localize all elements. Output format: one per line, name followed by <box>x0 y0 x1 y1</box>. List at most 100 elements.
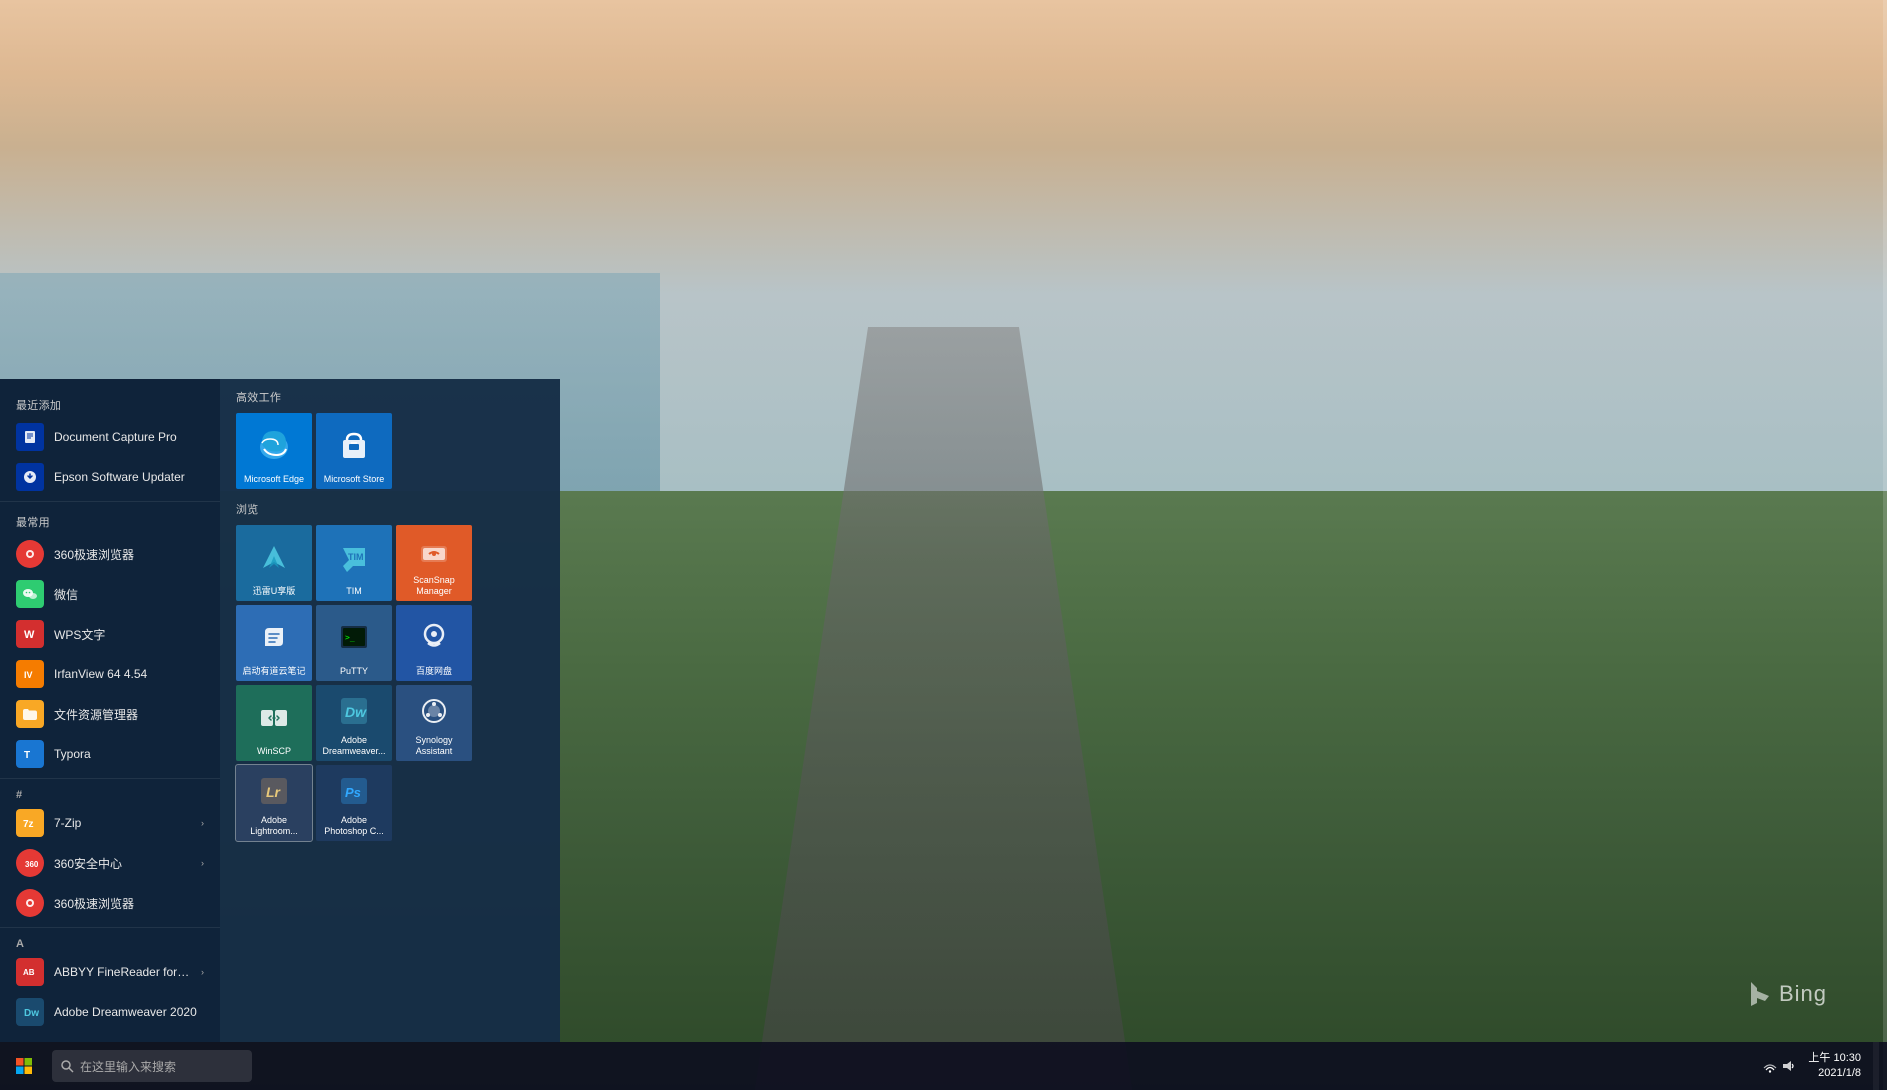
systray <box>1762 1058 1796 1074</box>
tile-label-tim: TIM <box>346 586 362 597</box>
tile-icon-baidu <box>400 611 468 662</box>
app-label-dreamweaver2020: Adobe Dreamweaver 2020 <box>54 1005 204 1019</box>
search-placeholder: 在这里输入来搜索 <box>80 1058 176 1075</box>
app-label-filemanager: 文件资源管理器 <box>54 706 204 723</box>
app-icon-wechat <box>16 580 44 608</box>
search-icon <box>60 1059 74 1073</box>
tile-icon-winscp <box>240 691 308 742</box>
app-label-360browser2: 360极速浏览器 <box>54 895 204 912</box>
app-label-wps: WPS文字 <box>54 626 204 643</box>
alpha-header-a: A <box>0 932 220 952</box>
tile-label-scansnap: ScanSnap Manager <box>400 575 468 597</box>
tile-label-photoshop: Adobe Photoshop C... <box>320 815 388 837</box>
svg-text:Lr: Lr <box>266 784 282 800</box>
tile-scansnap[interactable]: ScanSnap Manager <box>396 525 472 601</box>
tiles-work-grid: Microsoft Edge Microsoft Store <box>236 413 544 489</box>
tile-icon-edge <box>240 419 308 470</box>
app-item-wps[interactable]: W WPS文字 <box>0 614 220 654</box>
tile-putty[interactable]: >_ PuTTY <box>316 605 392 681</box>
tile-label-youdao: 启动有道云笔记 <box>242 666 305 677</box>
tile-dreamweaver[interactable]: Dw Adobe Dreamweaver... <box>316 685 392 761</box>
app-icon-typora: T <box>16 740 44 768</box>
taskbar-search[interactable]: 在这里输入来搜索 <box>52 1050 252 1082</box>
app-icon-filemanager <box>16 700 44 728</box>
windows-logo-icon <box>15 1057 33 1075</box>
app-label-abbyy: ABBYY FineReader for CasSn... <box>54 965 191 979</box>
app-icon-7zip: 7z <box>16 809 44 837</box>
app-icon-wps: W <box>16 620 44 648</box>
tile-icon-dreamweaver: Dw <box>320 691 388 731</box>
tile-baidu[interactable]: 百度网盘 <box>396 605 472 681</box>
tiles-header-work: 高效工作 <box>236 389 544 405</box>
svg-text:Ps: Ps <box>345 785 361 800</box>
tile-icon-tim: TIM <box>320 531 388 582</box>
app-icon-abbyy: AB <box>16 958 44 986</box>
app-icon-irfanview: IV <box>16 660 44 688</box>
app-label-typora: Typora <box>54 747 204 761</box>
svg-text:IV: IV <box>24 670 33 680</box>
svg-text:>_: >_ <box>345 633 355 642</box>
app-item-document-capture[interactable]: Document Capture Pro <box>0 417 220 457</box>
app-item-wechat[interactable]: 微信 <box>0 574 220 614</box>
tile-tim[interactable]: TIM TIM <box>316 525 392 601</box>
app-icon-epson-updater <box>16 463 44 491</box>
app-item-irfanview[interactable]: IV IrfanView 64 4.54 <box>0 654 220 694</box>
app-item-dreamweaver2020[interactable]: Dw Adobe Dreamweaver 2020 <box>0 992 220 1032</box>
tile-icon-scansnap <box>400 531 468 571</box>
tile-label-putty: PuTTY <box>340 666 368 677</box>
app-icon-360browser <box>16 540 44 568</box>
tiles-browse-grid: 迅雷U享版 TIM TIM <box>236 525 544 841</box>
svg-text:7z: 7z <box>23 819 34 830</box>
tile-winscp[interactable]: WinSCP <box>236 685 312 761</box>
app-item-epson-updater[interactable]: Epson Software Updater <box>0 457 220 497</box>
chevron-abbyy: › <box>201 967 204 977</box>
tile-icon-photoshop: Ps <box>320 771 388 811</box>
divider-3 <box>0 927 220 928</box>
tile-microsoft-store[interactable]: Microsoft Store <box>316 413 392 489</box>
svg-text:T: T <box>24 750 30 761</box>
tile-synology[interactable]: Synology Assistant <box>396 685 472 761</box>
tile-label-dreamweaver: Adobe Dreamweaver... <box>320 735 388 757</box>
volume-icon <box>1780 1058 1796 1074</box>
tile-label-synology: Synology Assistant <box>400 735 468 757</box>
app-label-360security: 360安全中心 <box>54 855 191 872</box>
network-icon <box>1762 1058 1778 1074</box>
app-item-360browser2[interactable]: 360极速浏览器 <box>0 883 220 923</box>
svg-text:TIM: TIM <box>348 552 364 562</box>
app-item-filemanager[interactable]: 文件资源管理器 <box>0 694 220 734</box>
app-item-7zip[interactable]: 7z 7-Zip › <box>0 803 220 843</box>
alpha-header-hash: # <box>0 783 220 803</box>
chevron-360security: › <box>201 858 204 868</box>
app-label-7zip: 7-Zip <box>54 816 191 830</box>
clock-date: 2021/1/8 <box>1808 1066 1861 1081</box>
tiles-header-browse: 浏览 <box>236 501 544 517</box>
app-item-360browser[interactable]: 360极速浏览器 <box>0 534 220 574</box>
tile-label-store: Microsoft Store <box>324 474 385 485</box>
bing-logo: Bing <box>1743 978 1827 1010</box>
app-label-irfanview: IrfanView 64 4.54 <box>54 667 204 681</box>
tile-lightroom[interactable]: Lr Adobe Lightroom... <box>236 765 312 841</box>
svg-text:AB: AB <box>23 968 35 977</box>
taskbar-clock: 上午 10:30 2021/1/8 <box>1800 1051 1869 1082</box>
scroll-strip <box>1883 0 1887 1090</box>
tile-youdao[interactable]: 启动有道云笔记 <box>236 605 312 681</box>
start-left-panel: 最近添加 Document Capture Pro Epson Software… <box>0 379 220 1042</box>
start-menu: 最近添加 Document Capture Pro Epson Software… <box>0 379 560 1042</box>
tile-microsoft-edge[interactable]: Microsoft Edge <box>236 413 312 489</box>
svg-text:W: W <box>24 629 35 641</box>
tile-icon-store <box>320 419 388 470</box>
bing-text: Bing <box>1779 981 1827 1007</box>
app-item-typora[interactable]: T Typora <box>0 734 220 774</box>
show-desktop[interactable] <box>1873 1042 1879 1090</box>
app-icon-dreamweaver2020: Dw <box>16 998 44 1026</box>
tile-label-baidu: 百度网盘 <box>416 666 452 677</box>
tile-xunjian[interactable]: 迅雷U享版 <box>236 525 312 601</box>
app-item-360security[interactable]: 360 360安全中心 › <box>0 843 220 883</box>
app-item-abbyy[interactable]: AB ABBYY FineReader for CasSn... › <box>0 952 220 992</box>
start-button[interactable] <box>0 1042 48 1090</box>
clock-time: 上午 10:30 <box>1808 1051 1861 1066</box>
tile-label-lightroom: Adobe Lightroom... <box>240 815 308 837</box>
recently-added-header: 最近添加 <box>0 389 220 417</box>
taskbar-right: 上午 10:30 2021/1/8 <box>1762 1042 1887 1090</box>
tile-photoshop[interactable]: Ps Adobe Photoshop C... <box>316 765 392 841</box>
